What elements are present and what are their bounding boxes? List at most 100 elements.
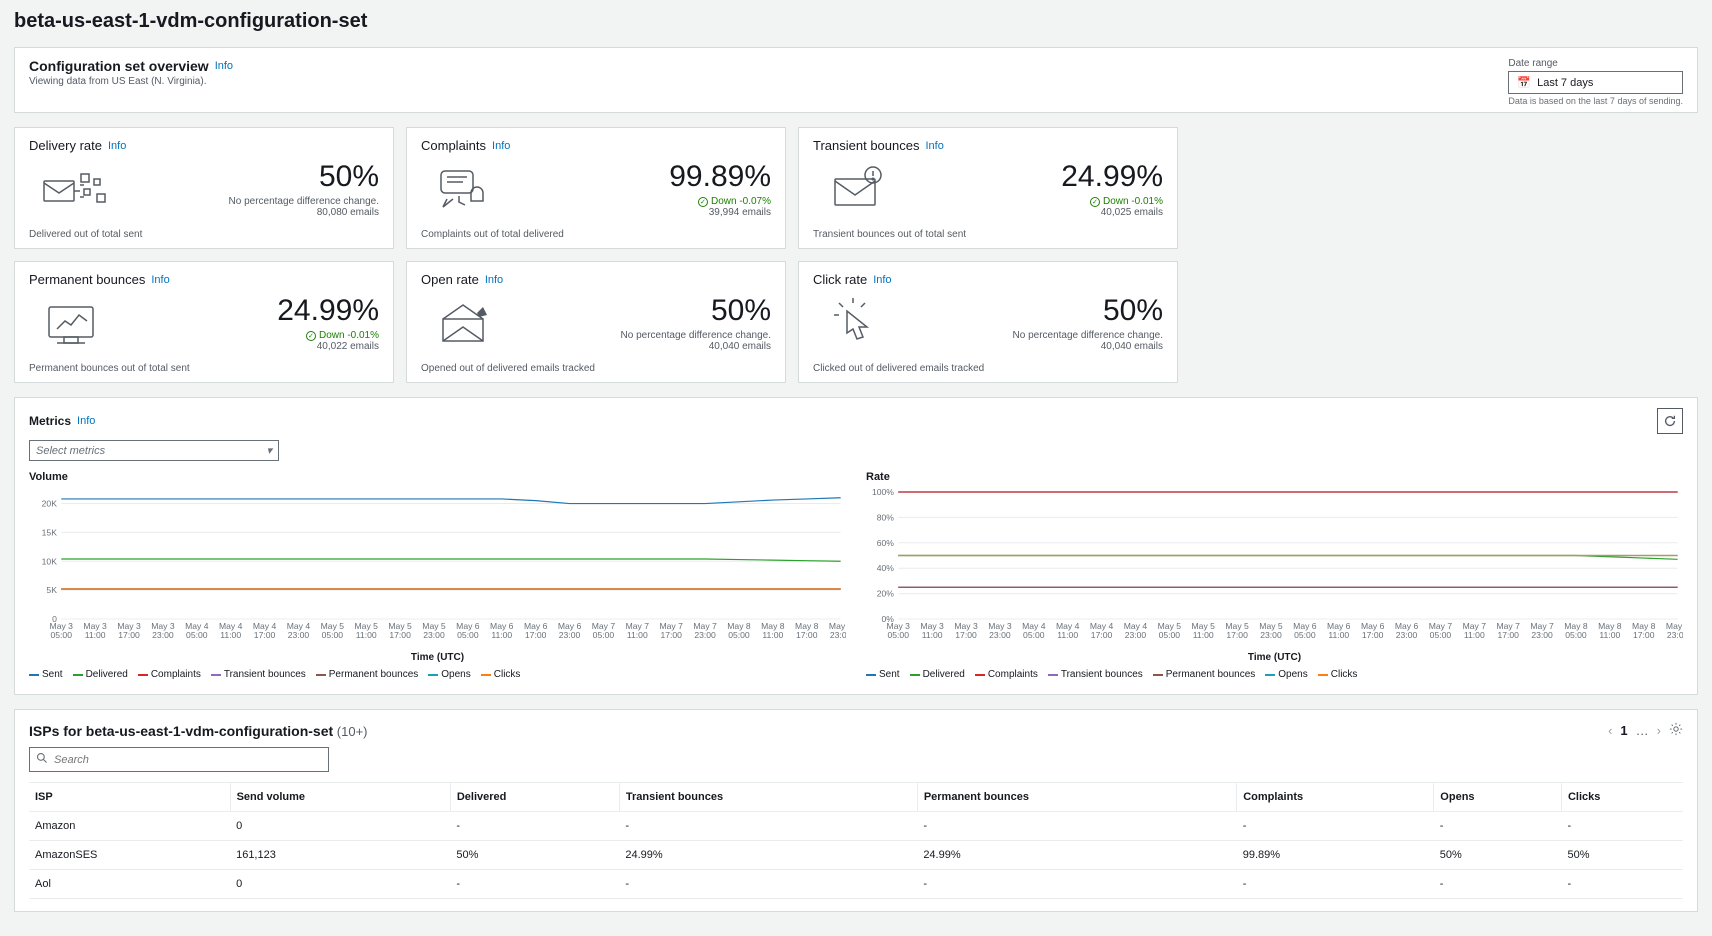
svg-text:17:00: 17:00 — [955, 630, 977, 640]
card-value: 99.89% — [669, 160, 771, 194]
legend-item[interactable]: Transient bounces — [211, 669, 306, 680]
svg-text:10K: 10K — [42, 557, 58, 567]
overview-info-link[interactable]: Info — [215, 60, 233, 72]
svg-text:11:00: 11:00 — [627, 630, 648, 640]
svg-text:40%: 40% — [877, 563, 895, 573]
table-header[interactable]: Transient bounces — [619, 783, 917, 812]
check-icon: ✓ — [698, 197, 708, 207]
svg-text:15K: 15K — [42, 528, 58, 538]
svg-text:05:00: 05:00 — [887, 630, 909, 640]
svg-text:5K: 5K — [46, 585, 57, 595]
metrics-info-link[interactable]: Info — [77, 415, 95, 427]
legend-item[interactable]: Complaints — [975, 669, 1038, 680]
svg-text:17:00: 17:00 — [1633, 630, 1655, 640]
svg-text:11:00: 11:00 — [220, 630, 241, 640]
svg-text:23:00: 23:00 — [694, 630, 716, 640]
card-info-link[interactable]: Info — [151, 274, 169, 286]
legend-item[interactable]: Opens — [1265, 669, 1307, 680]
volume-chart-title: Volume — [29, 471, 846, 483]
svg-text:60%: 60% — [877, 538, 895, 548]
card-footer: Transient bounces out of total sent — [813, 229, 1163, 240]
svg-text:23:00: 23:00 — [989, 630, 1011, 640]
table-header[interactable]: Opens — [1434, 783, 1562, 812]
pager-page-1[interactable]: 1 — [1620, 723, 1627, 738]
transient-icon — [813, 159, 903, 219]
svg-text:11:00: 11:00 — [1057, 630, 1078, 640]
svg-text:80%: 80% — [877, 513, 895, 523]
table-header[interactable]: Complaints — [1237, 783, 1434, 812]
table-header[interactable]: ISP — [29, 783, 230, 812]
metric-card-delivery: Delivery rate Info 50% No percentage dif… — [14, 127, 394, 249]
search-icon — [36, 752, 48, 767]
legend-item[interactable]: Opens — [428, 669, 470, 680]
legend-item[interactable]: Clicks — [481, 669, 521, 680]
date-range-select[interactable]: 📅 Last 7 days — [1508, 71, 1683, 94]
card-change: ✓Down -0.07% — [669, 196, 771, 207]
svg-text:17:00: 17:00 — [660, 630, 682, 640]
svg-text:11:00: 11:00 — [1193, 630, 1214, 640]
pager-next[interactable]: › — [1657, 723, 1661, 738]
rate-chart: 0%20%40%60%80%100%May 305:00May 311:00Ma… — [866, 487, 1683, 647]
legend-item[interactable]: Permanent bounces — [316, 669, 419, 680]
table-header[interactable]: Clicks — [1561, 783, 1683, 812]
table-header[interactable]: Delivered — [450, 783, 619, 812]
svg-text:17:00: 17:00 — [389, 630, 411, 640]
isp-search-input[interactable] — [54, 754, 322, 766]
svg-text:23:00: 23:00 — [423, 630, 445, 640]
legend-item[interactable]: Sent — [29, 669, 63, 680]
card-title: Delivery rate — [29, 138, 102, 153]
svg-text:17:00: 17:00 — [118, 630, 140, 640]
legend-item[interactable]: Clicks — [1318, 669, 1358, 680]
card-footer: Complaints out of total delivered — [421, 229, 771, 240]
svg-text:05:00: 05:00 — [593, 630, 615, 640]
pager-prev[interactable]: ‹ — [1608, 723, 1612, 738]
overview-subtitle: Viewing data from US East (N. Virginia). — [29, 76, 233, 87]
card-footer: Clicked out of delivered emails tracked — [813, 363, 1163, 374]
card-change: No percentage difference change. — [621, 330, 771, 341]
card-value: 50% — [621, 294, 771, 328]
svg-text:17:00: 17:00 — [1091, 630, 1113, 640]
card-info-link[interactable]: Info — [485, 274, 503, 286]
open-icon — [421, 293, 511, 353]
svg-text:11:00: 11:00 — [1599, 630, 1620, 640]
svg-text:23:00: 23:00 — [1125, 630, 1147, 640]
legend-item[interactable]: Complaints — [138, 669, 201, 680]
metrics-select[interactable]: Select metrics ▾ — [29, 440, 279, 461]
date-range-label: Date range — [1508, 58, 1683, 69]
svg-text:05:00: 05:00 — [322, 630, 344, 640]
card-info-link[interactable]: Info — [108, 140, 126, 152]
refresh-button[interactable] — [1657, 408, 1683, 434]
table-header[interactable]: Send volume — [230, 783, 450, 812]
pager-ellipsis: … — [1636, 723, 1649, 738]
card-count: 40,040 emails — [1013, 341, 1163, 352]
table-row[interactable]: Aol0------ — [29, 870, 1683, 899]
svg-text:11:00: 11:00 — [1328, 630, 1349, 640]
pager-settings[interactable] — [1669, 722, 1683, 739]
check-icon: ✓ — [1090, 197, 1100, 207]
permanent-icon — [29, 293, 119, 353]
svg-text:11:00: 11:00 — [85, 630, 106, 640]
card-change: No percentage difference change. — [229, 196, 379, 207]
legend-item[interactable]: Transient bounces — [1048, 669, 1143, 680]
isp-title: ISPs for beta-us-east-1-vdm-configuratio… — [29, 723, 333, 739]
table-row[interactable]: Amazon0------ — [29, 812, 1683, 841]
svg-text:23:00: 23:00 — [1531, 630, 1553, 640]
svg-text:17:00: 17:00 — [1226, 630, 1248, 640]
legend-item[interactable]: Sent — [866, 669, 900, 680]
legend-item[interactable]: Delivered — [910, 669, 965, 680]
metric-card-transient: Transient bounces Info 24.99% ✓Down -0.0… — [798, 127, 1178, 249]
isp-count: (10+) — [337, 724, 368, 739]
refresh-icon — [1663, 414, 1677, 428]
metric-card-click: Click rate Info 50% No percentage differ… — [798, 261, 1178, 383]
table-row[interactable]: AmazonSES161,12350%24.99%24.99%99.89%50%… — [29, 841, 1683, 870]
table-header[interactable]: Permanent bounces — [917, 783, 1236, 812]
legend-item[interactable]: Permanent bounces — [1153, 669, 1256, 680]
card-info-link[interactable]: Info — [492, 140, 510, 152]
legend-item[interactable]: Delivered — [73, 669, 128, 680]
card-count: 40,040 emails — [621, 341, 771, 352]
check-icon: ✓ — [306, 331, 316, 341]
isp-search[interactable] — [29, 747, 329, 772]
card-info-link[interactable]: Info — [925, 140, 943, 152]
svg-text:23:00: 23:00 — [559, 630, 581, 640]
card-info-link[interactable]: Info — [873, 274, 891, 286]
